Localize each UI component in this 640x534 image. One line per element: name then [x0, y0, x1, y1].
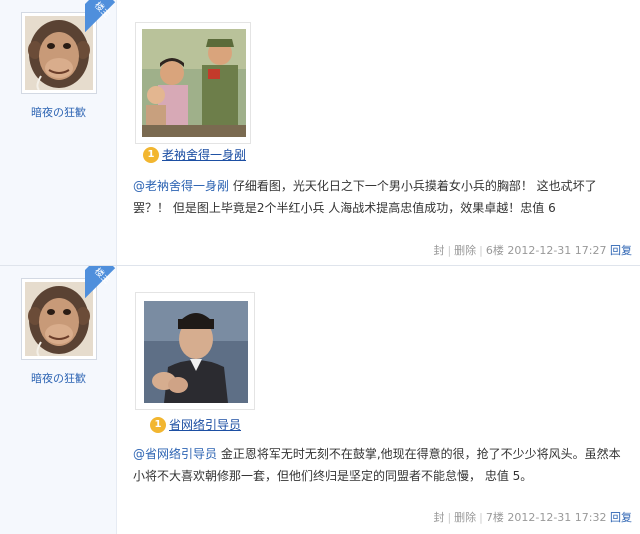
delete-link[interactable]: 删除 — [454, 244, 476, 257]
floor-number: 7楼 — [485, 511, 504, 524]
post-floor-6: 楼主 暗夜の狂歓 1 老衲舍得一身剐 @老衲舍得一身剐 仔细看图，光天化日之下一… — [0, 0, 640, 266]
author-sidebar: 楼主 暗夜の狂歓 — [0, 0, 117, 266]
image-card — [135, 22, 251, 144]
post-body: @老衲舍得一身剐 仔细看图，光天化日之下一个男小兵摸着女小兵的胸部！ 这也忒坏了… — [133, 175, 633, 219]
rank-1-medal-icon: 1 — [143, 146, 159, 163]
post-content: 1 省网络引导员 @省网络引导员 金正恩将军无时无刻不在鼓掌,他现在得意的很，抢… — [117, 266, 640, 534]
portrait-image[interactable] — [144, 301, 248, 403]
delete-link[interactable]: 删除 — [454, 511, 476, 524]
caption-user-link[interactable]: 省网络引导员 — [169, 416, 241, 433]
ban-link[interactable]: 封 — [433, 244, 444, 257]
post-content: 1 老衲舍得一身剐 @老衲舍得一身剐 仔细看图，光天化日之下一个男小兵摸着女小兵… — [117, 0, 640, 266]
caption-user-link[interactable]: 老衲舍得一身剐 — [162, 146, 246, 163]
image-caption: 1 省网络引导员 — [150, 416, 241, 433]
author-name[interactable]: 暗夜の狂歓 — [0, 370, 117, 386]
post-timestamp: 2012-12-31 17:27 — [507, 244, 607, 257]
mention-link[interactable]: @省网络引导员 — [133, 447, 217, 461]
ban-link[interactable]: 封 — [433, 511, 444, 524]
post-body-line2: 小将不大喜欢朝修那一套，但他们终归是坚定的同盟者不能怠慢， 忠值 5。 — [133, 469, 533, 483]
propaganda-poster-image[interactable] — [142, 29, 246, 137]
image-caption: 1 老衲舍得一身剐 — [143, 146, 246, 163]
avatar[interactable] — [25, 282, 93, 356]
post-body-line1: 金正恩将军无时无刻不在鼓掌,他现在得意的很，抢了不少少将风头。虽然本 — [217, 447, 621, 461]
post-body: @省网络引导员 金正恩将军无时无刻不在鼓掌,他现在得意的很，抢了不少少将风头。虽… — [133, 443, 633, 487]
post-footer: 封 | 删除 | 7楼 2012-12-31 17:32 回复 — [433, 511, 632, 524]
reply-link[interactable]: 回复 — [610, 511, 632, 524]
author-name[interactable]: 暗夜の狂歓 — [0, 104, 117, 120]
image-card — [135, 292, 255, 410]
post-floor-7: 楼主 暗夜の狂歓 1 省网络引导员 @省网络引导员 金正恩将军无时无刻不在鼓掌,… — [0, 266, 640, 534]
thread-starter-badge: 楼主 — [85, 0, 117, 32]
mention-link[interactable]: @老衲舍得一身剐 — [133, 179, 229, 193]
post-body-line1: 仔细看图，光天化日之下一个男小兵摸着女小兵的胸部！ 这也忒坏了 — [229, 179, 597, 193]
reply-link[interactable]: 回复 — [610, 244, 632, 257]
post-footer: 封 | 删除 | 6楼 2012-12-31 17:27 回复 — [433, 244, 632, 257]
post-body-line2: 罢？！ 但是图上毕竟是2个半红小兵 人海战术提高忠值成功，效果卓越！忠值 6 — [133, 201, 556, 215]
author-sidebar: 楼主 暗夜の狂歓 — [0, 266, 117, 534]
post-timestamp: 2012-12-31 17:32 — [507, 511, 607, 524]
floor-number: 6楼 — [485, 244, 504, 257]
thread-starter-badge: 楼主 — [85, 266, 117, 298]
avatar[interactable] — [25, 16, 93, 90]
rank-1-medal-icon: 1 — [150, 416, 166, 433]
